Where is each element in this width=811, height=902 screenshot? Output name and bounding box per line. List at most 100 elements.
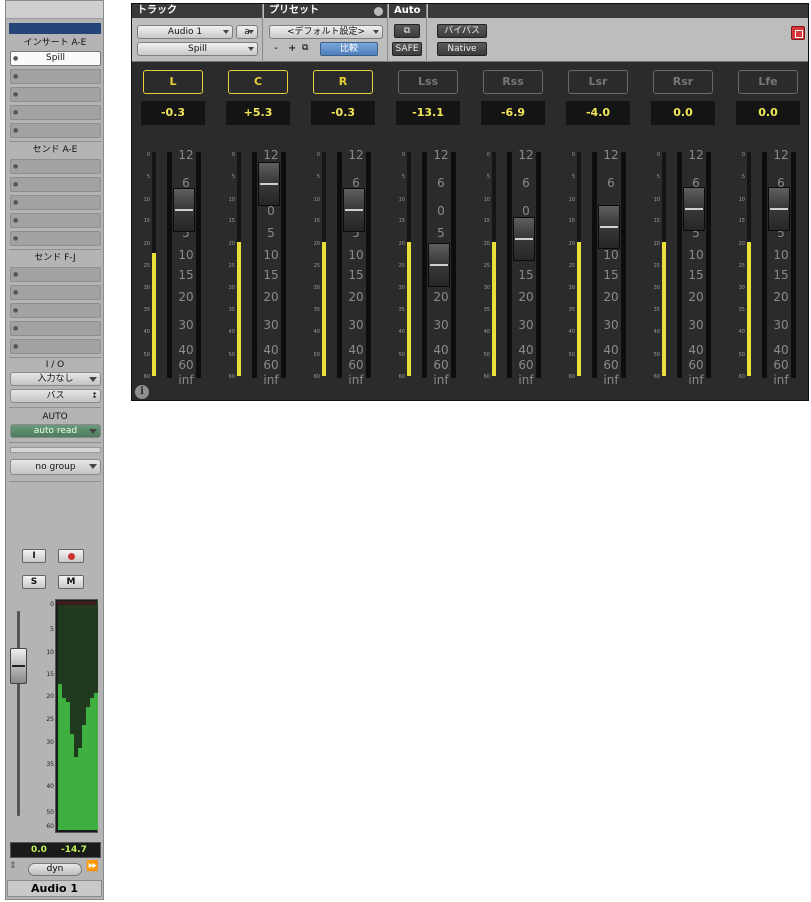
channel-value[interactable]: -6.9: [481, 101, 545, 125]
slot-dot-icon: ●: [13, 181, 19, 188]
dyn-button[interactable]: dyn: [28, 863, 82, 876]
channel-name-button[interactable]: L: [143, 70, 203, 94]
meter-tick: 50: [653, 352, 660, 358]
meter-tick: 10: [653, 197, 660, 203]
meter-tick: 25: [313, 263, 320, 269]
channel-value[interactable]: -0.3: [311, 101, 375, 125]
record-enable-button[interactable]: [58, 549, 84, 563]
channel-value[interactable]: 0.0: [736, 101, 800, 125]
meter-tick: 35: [313, 307, 320, 313]
channel-name-button[interactable]: Lss: [398, 70, 458, 94]
channel-name-button[interactable]: Rss: [483, 70, 543, 94]
peak-value[interactable]: -14.7: [61, 843, 87, 857]
send-slot-j[interactable]: ●: [10, 339, 101, 354]
channel-rss: Rss-6.9051015202530354050601260510152030…: [472, 66, 557, 396]
send-slot-c[interactable]: ●: [10, 195, 101, 210]
mute-button[interactable]: M: [58, 575, 84, 589]
preset-prev-button[interactable]: -: [274, 43, 278, 54]
insert-slot-d[interactable]: ●: [10, 105, 101, 120]
channel-name-button[interactable]: R: [313, 70, 373, 94]
track-name[interactable]: Audio 1: [7, 880, 102, 897]
channel-name-button[interactable]: Lfe: [738, 70, 798, 94]
channel-lss: Lss-13.105101520253035405060126051015203…: [387, 66, 472, 396]
track-header: トラック: [132, 4, 262, 18]
slot-dot-icon: ●: [13, 343, 19, 350]
send-slot-a[interactable]: ●: [10, 159, 101, 174]
send-slot-e[interactable]: ●: [10, 231, 101, 246]
send-slot-i[interactable]: ●: [10, 321, 101, 336]
clip-indicator[interactable]: [57, 601, 96, 605]
insert-slot-e[interactable]: ●: [10, 123, 101, 138]
channel-fader-handle[interactable]: [513, 217, 535, 262]
send-slot-g[interactable]: ●: [10, 285, 101, 300]
copy-settings-icon[interactable]: ⧉: [302, 43, 308, 53]
meter-tick: 60: [46, 823, 54, 830]
input-selector[interactable]: 入力なし: [10, 372, 101, 386]
automation-window-button[interactable]: ⧉: [394, 24, 420, 38]
meter-tick: 10: [398, 197, 405, 203]
input-monitor-button[interactable]: I: [22, 549, 46, 563]
insert-slot-a[interactable]: ● Spill: [10, 51, 101, 66]
send-slot-d[interactable]: ●: [10, 213, 101, 228]
send-slot-f[interactable]: ●: [10, 267, 101, 282]
meter-tick: 40: [568, 329, 575, 335]
close-plugin-icon[interactable]: [791, 26, 805, 40]
volume-fader-handle[interactable]: [10, 648, 27, 684]
group-selector[interactable]: no group: [10, 459, 101, 475]
track-selector[interactable]: Audio 1: [137, 25, 233, 39]
channel-meter: [407, 152, 411, 376]
meter-tick: 60: [568, 374, 575, 380]
meter-tick: 20: [313, 241, 320, 247]
track-suffix-selector[interactable]: a: [236, 25, 258, 39]
channel-fader-handle[interactable]: [343, 188, 365, 233]
output-selector[interactable]: バス ↕: [10, 389, 101, 403]
channel-value[interactable]: 0.0: [651, 101, 715, 125]
channel-fader-handle[interactable]: [428, 243, 450, 288]
meter-tick: 50: [483, 352, 490, 358]
channel-fader-handle[interactable]: [683, 187, 705, 231]
channel-name-button[interactable]: C: [228, 70, 288, 94]
fader-tick: 10: [263, 248, 279, 262]
solo-button[interactable]: S: [22, 575, 46, 589]
channel-fader-handle[interactable]: [173, 188, 195, 233]
info-icon[interactable]: i: [135, 385, 149, 399]
plugin-selector[interactable]: Spill: [137, 42, 258, 56]
send-slot-h[interactable]: ●: [10, 303, 101, 318]
insert-slot-c[interactable]: ●: [10, 87, 101, 102]
channel-value[interactable]: +5.3: [226, 101, 290, 125]
automation-mode-label: auto read: [33, 426, 78, 436]
automation-mode-selector[interactable]: auto read: [10, 424, 101, 438]
auto-header: Auto: [389, 4, 426, 18]
channel-meter: [152, 152, 156, 376]
channel-value[interactable]: -13.1: [396, 101, 460, 125]
meter-scale: 0 5 10 15 20 25 30 35 40 50 60: [472, 152, 490, 380]
channel-fader-handle[interactable]: [598, 204, 620, 249]
divider: [9, 481, 101, 482]
fader-scale: 12605101520304060inf: [668, 149, 728, 386]
slot-dot-icon: ●: [13, 163, 19, 170]
meter-fill: [152, 252, 156, 376]
updown-arrows-icon[interactable]: ⇕: [9, 861, 17, 871]
strip-color-bar[interactable]: [9, 23, 101, 34]
volume-fader-track: [17, 611, 20, 816]
insert-slot-b[interactable]: ●: [10, 69, 101, 84]
send-slot-b[interactable]: ●: [10, 177, 101, 192]
meter-tick: 25: [568, 263, 575, 269]
fast-forward-icon[interactable]: ⏩: [86, 861, 98, 872]
channel-fader-handle[interactable]: [258, 162, 280, 207]
channel-meter: [322, 152, 326, 376]
preset-selector[interactable]: <デフォルト設定>: [269, 25, 383, 39]
meter-tick: 50: [143, 352, 150, 358]
meter-tick: 35: [228, 307, 235, 313]
preset-menu-icon[interactable]: [374, 7, 383, 16]
channel-fader-handle[interactable]: [768, 187, 790, 231]
channel-name-button[interactable]: Rsr: [653, 70, 713, 94]
channel-name-button[interactable]: Lsr: [568, 70, 628, 94]
bypass-button[interactable]: バイパス: [437, 24, 487, 38]
compare-button[interactable]: 比較: [320, 42, 378, 56]
preset-next-button[interactable]: +: [288, 43, 296, 54]
channel-value[interactable]: -4.0: [566, 101, 630, 125]
safe-button[interactable]: SAFE: [392, 42, 422, 56]
plugin-header: トラック Audio 1 a Spill プリセット <デフォルト設定> - +…: [132, 4, 808, 62]
channel-value[interactable]: -0.3: [141, 101, 205, 125]
